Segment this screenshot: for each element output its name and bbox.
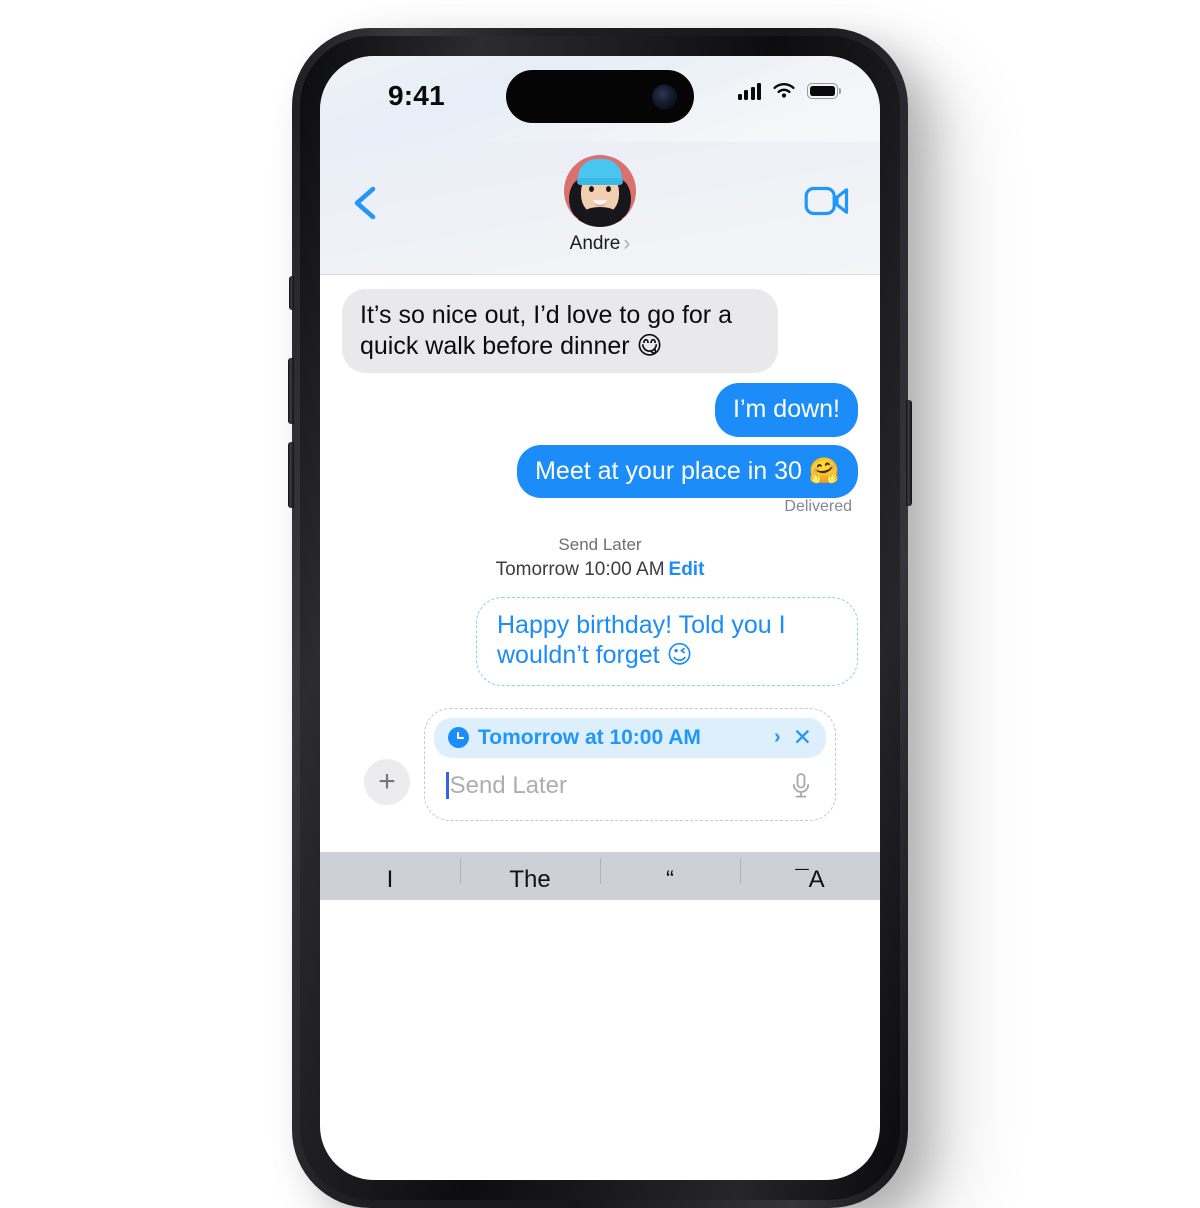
contact-name-row: Andre › [564,232,636,256]
phone-screen: 9:41 Andre › It’s so nice out, I’d love … [320,56,880,1180]
microphone-icon[interactable] [788,771,814,801]
clock-icon [448,727,469,749]
avatar [564,155,636,227]
message-input-placeholder[interactable]: Send Later [450,772,788,800]
memoji-beanie-brim [577,178,623,185]
prediction-item[interactable]: I [320,852,460,894]
dynamic-island[interactable] [506,70,694,123]
memoji-eye-right [606,186,611,192]
facetime-video-button[interactable] [804,184,850,220]
add-attachment-button[interactable]: + [364,758,410,805]
text-cursor-caret [446,772,449,800]
video-camera-icon [804,186,849,216]
composer-box[interactable]: Tomorrow at 10:00 AM › ✕ Send Later [424,707,836,821]
schedule-chip[interactable]: Tomorrow at 10:00 AM › ✕ [434,717,826,758]
send-later-title: Send Later [558,535,642,554]
send-later-meta: Send Later Tomorrow 10:00 AM Edit [342,534,858,583]
send-later-when-row: Tomorrow 10:00 AM Edit [342,557,858,583]
chevron-right-icon: › [623,232,631,255]
prediction-item[interactable]: “ [600,852,740,894]
message-bubble-outgoing[interactable]: I’m down! [715,383,858,437]
memoji-hair-bottom [578,207,622,227]
scheduled-message-bubble[interactable]: Happy birthday! Told you I wouldn’t forg… [476,596,858,686]
message-input-row[interactable]: Send Later [434,758,826,813]
message-row-incoming: It’s so nice out, I’d love to go for a q… [336,289,858,373]
delivered-status: Delivered [784,498,852,515]
contact-name: Andre [569,233,621,254]
status-bar-time: 9:41 [388,80,445,111]
message-bubble-outgoing[interactable]: Meet at your place in 30 🤗 [517,444,864,498]
contact-header-block[interactable]: Andre › [564,155,636,256]
chevron-right-icon: › [774,726,781,749]
front-camera-icon [652,84,677,109]
phone-device-frame: 9:41 Andre › It’s so nice out, I’d love … [288,28,912,1208]
back-button[interactable] [346,182,386,224]
prediction-item[interactable]: ¯A [740,852,880,894]
battery-icon [807,83,838,99]
volume-down-button[interactable] [288,442,294,508]
close-x-icon[interactable]: ✕ [793,726,812,749]
plus-icon: + [378,764,396,798]
send-later-scheduled-time: Tomorrow 10:00 AM [495,558,665,580]
scheduled-message-row: Happy birthday! Told you I wouldn’t forg… [342,596,858,686]
silent-switch-button[interactable] [289,276,294,310]
send-later-edit-button[interactable]: Edit [669,559,705,580]
chevron-left-icon [354,186,376,220]
message-row-outgoing: I’m down! [342,383,858,437]
prediction-item[interactable]: The [460,852,600,894]
power-button[interactable] [906,400,912,506]
schedule-chip-label: Tomorrow at 10:00 AM [478,725,701,749]
status-bar: 9:41 [320,56,880,142]
cellular-signal-icon [737,82,761,100]
message-row-outgoing: Meet at your place in 30 🤗 [342,444,864,498]
message-list[interactable]: It’s so nice out, I’d love to go for a q… [320,275,880,821]
conversation-header: Andre › [320,142,880,275]
composer-area: + Tomorrow at 10:00 AM › ✕ Send Later [342,707,858,821]
volume-up-button[interactable] [288,358,294,424]
memoji-eye-left [589,186,594,192]
battery-fill [809,85,836,97]
status-bar-icons [737,82,838,100]
wifi-icon [773,83,795,98]
keyboard-predictive-bar: I The “ ¯A [320,852,880,900]
message-bubble-incoming[interactable]: It’s so nice out, I’d love to go for a q… [336,289,778,373]
